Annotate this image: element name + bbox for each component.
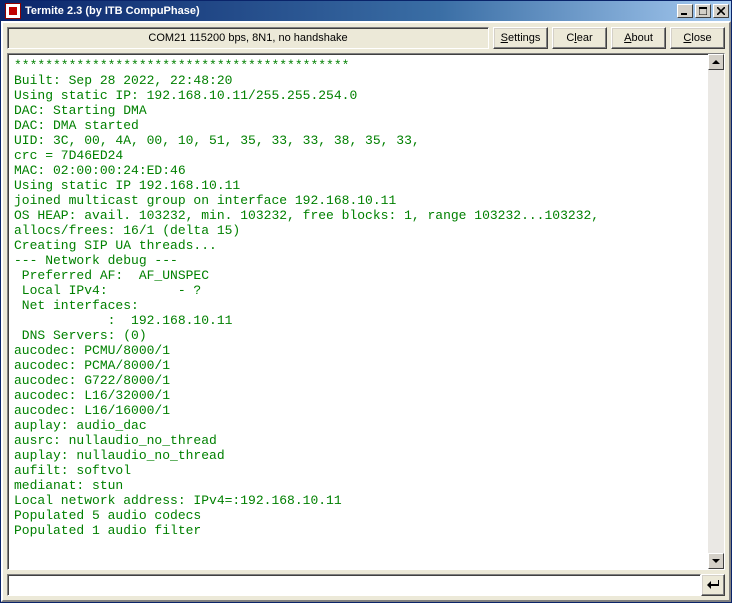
chevron-up-icon	[712, 58, 720, 66]
port-status-field[interactable]: COM21 115200 bps, 8N1, no handshake	[7, 27, 489, 49]
app-window: Termite 2.3 (by ITB CompuPhase) COM21 11…	[0, 0, 732, 603]
terminal-panel: ****************************************…	[7, 53, 725, 570]
about-button[interactable]: About	[611, 27, 666, 49]
clear-button[interactable]: Clear	[552, 27, 607, 49]
client-area: COM21 115200 bps, 8N1, no handshake Sett…	[1, 21, 731, 602]
close-button[interactable]: Close	[670, 27, 725, 49]
window-controls	[675, 4, 729, 18]
port-status-text: COM21 115200 bps, 8N1, no handshake	[148, 32, 347, 44]
input-row	[7, 574, 725, 596]
toolbar-row: COM21 115200 bps, 8N1, no handshake Sett…	[7, 27, 725, 49]
command-input[interactable]	[7, 574, 701, 596]
maximize-button[interactable]	[695, 4, 711, 18]
scroll-track[interactable]	[708, 70, 724, 553]
enter-icon	[706, 579, 720, 591]
scroll-up-button[interactable]	[708, 54, 724, 70]
minimize-button[interactable]	[677, 4, 693, 18]
settings-button[interactable]: Settings	[493, 27, 548, 49]
vertical-scrollbar[interactable]	[708, 54, 724, 569]
title-bar[interactable]: Termite 2.3 (by ITB CompuPhase)	[1, 1, 731, 21]
terminal-output[interactable]: ****************************************…	[8, 54, 708, 569]
chevron-down-icon	[712, 557, 720, 565]
scroll-down-button[interactable]	[708, 553, 724, 569]
window-title: Termite 2.3 (by ITB CompuPhase)	[25, 5, 675, 17]
send-button[interactable]	[701, 574, 725, 596]
app-icon	[5, 3, 21, 19]
close-window-button[interactable]	[713, 4, 729, 18]
